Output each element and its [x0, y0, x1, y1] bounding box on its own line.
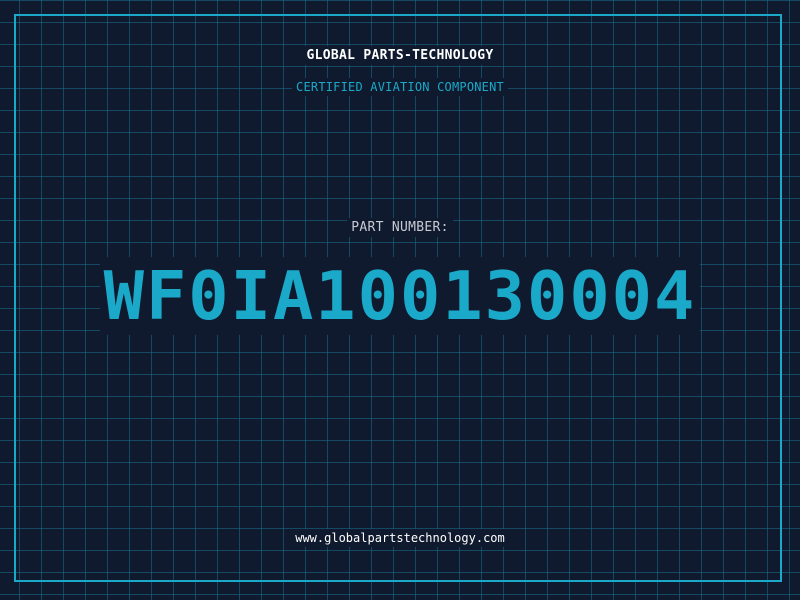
- company-name: GLOBAL PARTS-TECHNOLOGY: [0, 46, 800, 65]
- part-number-value-text: WF0IA100130004: [99, 257, 701, 335]
- website-link-text[interactable]: www.globalpartstechnology.com: [291, 529, 509, 547]
- website-link[interactable]: www.globalpartstechnology.com: [0, 529, 800, 547]
- company-name-text: GLOBAL PARTS-TECHNOLOGY: [300, 46, 500, 65]
- part-card: GLOBAL PARTS-TECHNOLOGY CERTIFIED AVIATI…: [0, 0, 800, 600]
- part-number-value: WF0IA100130004: [0, 256, 800, 336]
- part-number-label: PART NUMBER:: [0, 218, 800, 237]
- tagline-text: CERTIFIED AVIATION COMPONENT: [292, 78, 508, 96]
- part-number-label-text: PART NUMBER:: [347, 218, 453, 237]
- tagline: CERTIFIED AVIATION COMPONENT: [0, 78, 800, 96]
